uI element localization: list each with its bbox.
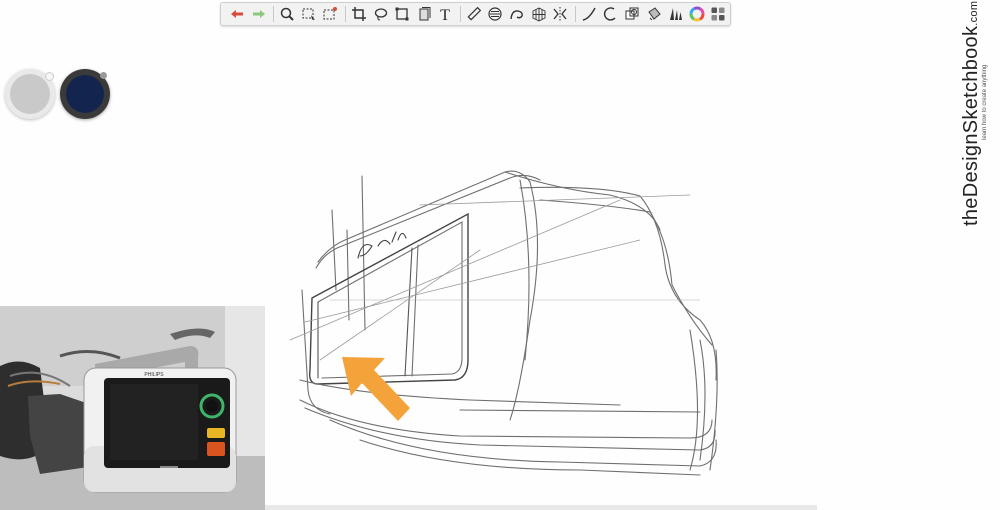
ruler-icon: [467, 6, 482, 21]
layers-stack-button[interactable]: [622, 3, 642, 25]
lasso-button[interactable]: [370, 3, 390, 25]
symmetry-button[interactable]: [550, 3, 570, 25]
toolbar-divider: [459, 6, 461, 22]
toolbar-divider: [574, 6, 576, 22]
sketch-strokes: [289, 170, 718, 476]
annotation-arrow-icon: [342, 357, 410, 421]
layers-stack-icon: [625, 7, 639, 20]
symmetry-icon: [553, 7, 567, 21]
undo-icon: [231, 10, 244, 18]
circle-icon: [604, 7, 616, 21]
layers-panel-button[interactable]: [708, 3, 728, 25]
steady-stroke-button[interactable]: [579, 3, 599, 25]
steady-stroke-icon: [582, 7, 596, 21]
brand-name: theDesignSketchbook: [960, 25, 982, 226]
crop-icon: [351, 7, 366, 21]
ellipse-guide-button[interactable]: [485, 3, 505, 25]
toolbar: T: [220, 2, 731, 26]
circle-button[interactable]: [600, 3, 620, 25]
ruler-button[interactable]: [464, 3, 484, 25]
brand-tagline: learn how to create anything: [982, 64, 988, 140]
selection-button[interactable]: [299, 3, 319, 25]
color-wheel-button[interactable]: [687, 3, 707, 25]
zoom-icon: [280, 7, 294, 21]
redo-icon: [252, 10, 265, 18]
zoom-button[interactable]: [277, 3, 297, 25]
selection-icon: [302, 8, 315, 20]
selection-add-button[interactable]: [320, 3, 340, 25]
selection-add-icon: [323, 7, 338, 20]
perspective-grid-button[interactable]: [529, 3, 549, 25]
brush-library-button[interactable]: [665, 3, 685, 25]
reference-photo: PHILIPS: [0, 306, 265, 510]
layer-button[interactable]: [414, 3, 434, 25]
transform-icon: [395, 7, 409, 21]
french-curve-icon: [510, 10, 523, 20]
layer-icon: [419, 7, 431, 21]
fill-icon: [647, 7, 661, 21]
brand-suffix: .com: [968, 0, 980, 26]
text-icon: T: [440, 7, 450, 22]
text-glyph: T: [440, 7, 450, 22]
toolbar-divider: [273, 6, 275, 22]
brand-logo: theDesignSketchbook.com: [960, 1, 983, 226]
layers-panel-icon: [711, 7, 725, 21]
redo-button[interactable]: [249, 3, 269, 25]
brush-library-icon: [670, 8, 683, 20]
text-button[interactable]: T: [435, 3, 455, 25]
french-curve-button[interactable]: [507, 3, 527, 25]
photo-brand-label: PHILIPS: [144, 372, 164, 378]
toolbar-divider: [344, 6, 346, 22]
fill-button[interactable]: [644, 3, 664, 25]
perspective-grid-icon: [532, 7, 546, 22]
crop-button[interactable]: [349, 3, 369, 25]
lasso-icon: [374, 8, 387, 21]
defibrillator-photo-image: PHILIPS: [0, 306, 265, 510]
color-wheel-icon: [689, 6, 705, 22]
transform-button[interactable]: [392, 3, 412, 25]
canvas-bottom-edge: [265, 505, 817, 510]
ellipse-guide-icon: [488, 7, 503, 21]
undo-button[interactable]: [227, 3, 247, 25]
